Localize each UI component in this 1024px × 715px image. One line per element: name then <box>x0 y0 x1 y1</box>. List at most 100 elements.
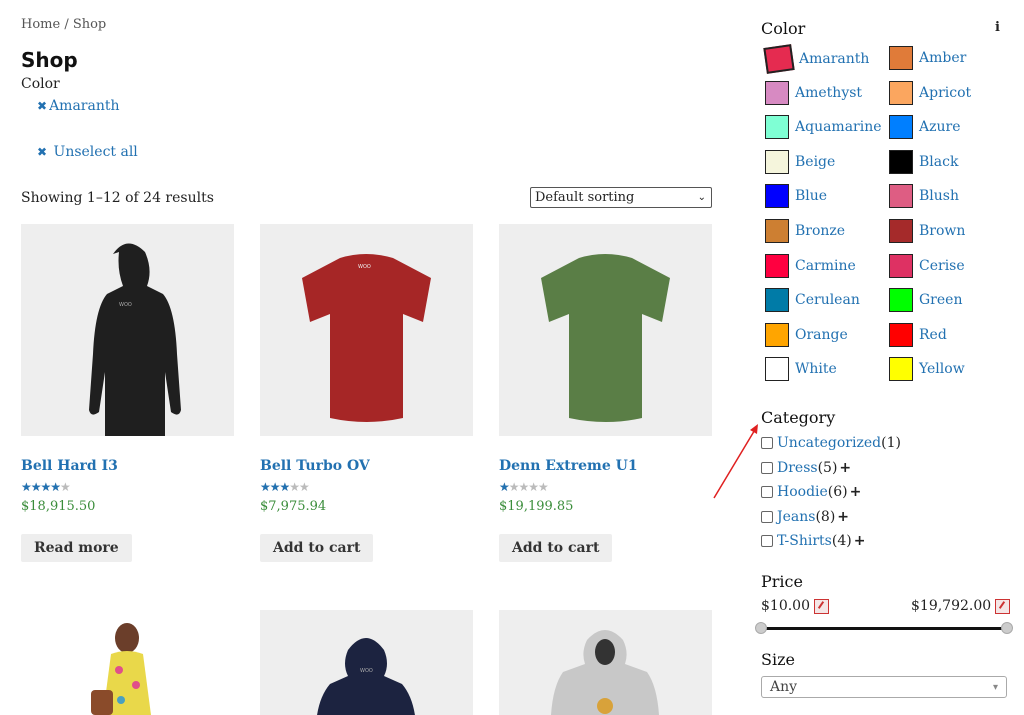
star-rating: ★★★★★★★★★★ <box>499 480 549 494</box>
category-link[interactable]: Dress <box>777 460 818 476</box>
swatch-color-box <box>889 115 913 140</box>
price-max-value: $19,792.00 <box>911 598 992 614</box>
navy-hoodie-back-image: WOO <box>317 638 415 715</box>
swatch-label: Green <box>919 292 963 309</box>
size-select[interactable]: Any ▾ <box>761 676 1007 698</box>
product-image[interactable] <box>21 610 234 715</box>
swatch-label: Orange <box>795 326 848 343</box>
expand-plus-icon[interactable]: + <box>854 533 866 549</box>
star-rating: ★★★★★★★★★★ <box>260 480 310 494</box>
product-price: $19,199.85 <box>499 499 574 514</box>
chevron-down-icon: ▾ <box>992 681 998 693</box>
color-swatch-green[interactable]: Green <box>889 288 963 313</box>
category-item-hoodie: Hoodie (6) + <box>761 484 861 500</box>
category-count: (5) <box>817 459 838 476</box>
color-swatch-apricot[interactable]: Apricot <box>889 80 972 105</box>
product-image[interactable] <box>499 610 712 715</box>
swatch-color-box <box>765 115 789 140</box>
color-swatch-cerise[interactable]: Cerise <box>889 253 965 278</box>
add-to-cart-button[interactable]: Add to cart <box>499 534 613 562</box>
color-swatch-blush[interactable]: Blush <box>889 184 959 209</box>
color-swatch-azure[interactable]: Azure <box>889 115 960 140</box>
swatch-label: Amethyst <box>795 84 863 101</box>
color-swatch-amaranth[interactable]: Amaranth <box>763 44 870 74</box>
color-swatch-amethyst[interactable]: Amethyst <box>765 80 863 105</box>
green-tshirt-back-image <box>541 254 670 422</box>
product-image[interactable] <box>499 224 712 436</box>
category-item-dress: Dress (5) + <box>761 460 851 476</box>
remove-filter-amaranth[interactable]: ✖ Amaranth <box>37 98 120 114</box>
category-count: (8) <box>815 508 836 525</box>
product-image[interactable]: WOO <box>21 224 234 436</box>
breadcrumb[interactable]: Home / Shop <box>21 17 106 32</box>
swatch-color-box <box>765 357 789 382</box>
swatch-label: Aquamarine <box>795 119 882 136</box>
color-swatch-orange[interactable]: Orange <box>765 322 848 347</box>
color-swatch-bronze[interactable]: Bronze <box>765 219 845 243</box>
swatch-color-box <box>765 80 789 105</box>
price-slider-track[interactable] <box>760 627 1006 630</box>
swatch-color-box <box>765 322 789 347</box>
category-filter-title: Category <box>761 408 836 427</box>
sorting-value: Default sorting <box>535 190 635 205</box>
color-swatch-cerulean[interactable]: Cerulean <box>765 288 860 313</box>
category-checkbox[interactable] <box>761 535 773 547</box>
close-icon: ✖ <box>37 99 48 113</box>
grey-hoodie-front-image <box>551 630 659 715</box>
product-price: $7,975.94 <box>260 499 327 514</box>
edit-icon[interactable] <box>814 598 829 614</box>
swatch-label: Red <box>919 326 947 343</box>
product-image[interactable]: WOO <box>260 610 473 715</box>
swatch-label: Apricot <box>919 84 972 101</box>
color-swatch-carmine[interactable]: Carmine <box>765 253 856 278</box>
product-card: WOO Bell Turbo OV ★★★★★★★★★★ $7,975.94 A… <box>260 224 473 562</box>
category-checkbox[interactable] <box>761 510 773 523</box>
page-title: Shop <box>21 48 78 72</box>
svg-text:WOO: WOO <box>119 302 132 308</box>
chevron-down-icon: ⌄ <box>697 192 706 203</box>
expand-plus-icon[interactable]: + <box>837 509 849 525</box>
product-name[interactable]: Bell Turbo OV <box>260 458 473 474</box>
swatch-color-box <box>889 288 913 313</box>
add-to-cart-button[interactable]: Add to cart <box>260 534 374 562</box>
product-name[interactable]: Denn Extreme U1 <box>499 458 712 474</box>
price-slider-min-handle[interactable] <box>755 622 767 634</box>
price-slider-max-handle[interactable] <box>1001 622 1013 634</box>
category-link[interactable]: Jeans <box>777 509 815 525</box>
color-swatch-red[interactable]: Red <box>889 322 947 347</box>
info-icon[interactable]: i <box>995 20 1000 35</box>
swatch-label: Amaranth <box>799 51 870 67</box>
active-filter-label: Color <box>21 76 60 92</box>
product-image[interactable]: WOO <box>260 224 473 436</box>
expand-plus-icon[interactable]: + <box>839 460 851 476</box>
color-swatch-beige[interactable]: Beige <box>765 149 836 174</box>
swatch-color-box <box>889 184 913 209</box>
product-name[interactable]: Bell Hard I3 <box>21 458 234 474</box>
color-swatch-amber[interactable]: Amber <box>889 46 966 70</box>
woman-floral-dress-image <box>91 623 151 715</box>
swatch-color-box <box>765 184 789 209</box>
svg-text:WOO: WOO <box>358 264 371 270</box>
read-more-button[interactable]: Read more <box>21 534 132 562</box>
color-swatch-yellow[interactable]: Yellow <box>889 357 965 382</box>
edit-icon[interactable] <box>995 598 1011 614</box>
size-select-value: Any <box>770 679 798 695</box>
star-rating: ★★★★★★★★★★ <box>21 480 71 494</box>
category-link[interactable]: Hoodie <box>777 484 828 500</box>
unselect-all-link[interactable]: ✖ Unselect all <box>37 144 138 160</box>
category-link[interactable]: Uncategorized <box>777 435 881 451</box>
category-count: (1) <box>881 435 901 451</box>
swatch-color-box <box>889 322 913 347</box>
swatch-label: Beige <box>795 153 836 170</box>
swatch-color-box <box>889 219 913 243</box>
color-swatch-blue[interactable]: Blue <box>765 184 827 209</box>
color-swatch-brown[interactable]: Brown <box>889 219 965 243</box>
sorting-select[interactable]: Default sorting ⌄ <box>530 187 712 208</box>
swatch-color-box <box>765 219 789 243</box>
color-swatch-white[interactable]: White <box>765 357 837 382</box>
color-swatch-black[interactable]: Black <box>889 149 958 174</box>
expand-plus-icon[interactable]: + <box>850 484 862 500</box>
price-filter-title: Price <box>761 572 803 591</box>
color-swatch-aquamarine[interactable]: Aquamarine <box>765 115 882 140</box>
category-link[interactable]: T-Shirts <box>777 533 832 549</box>
